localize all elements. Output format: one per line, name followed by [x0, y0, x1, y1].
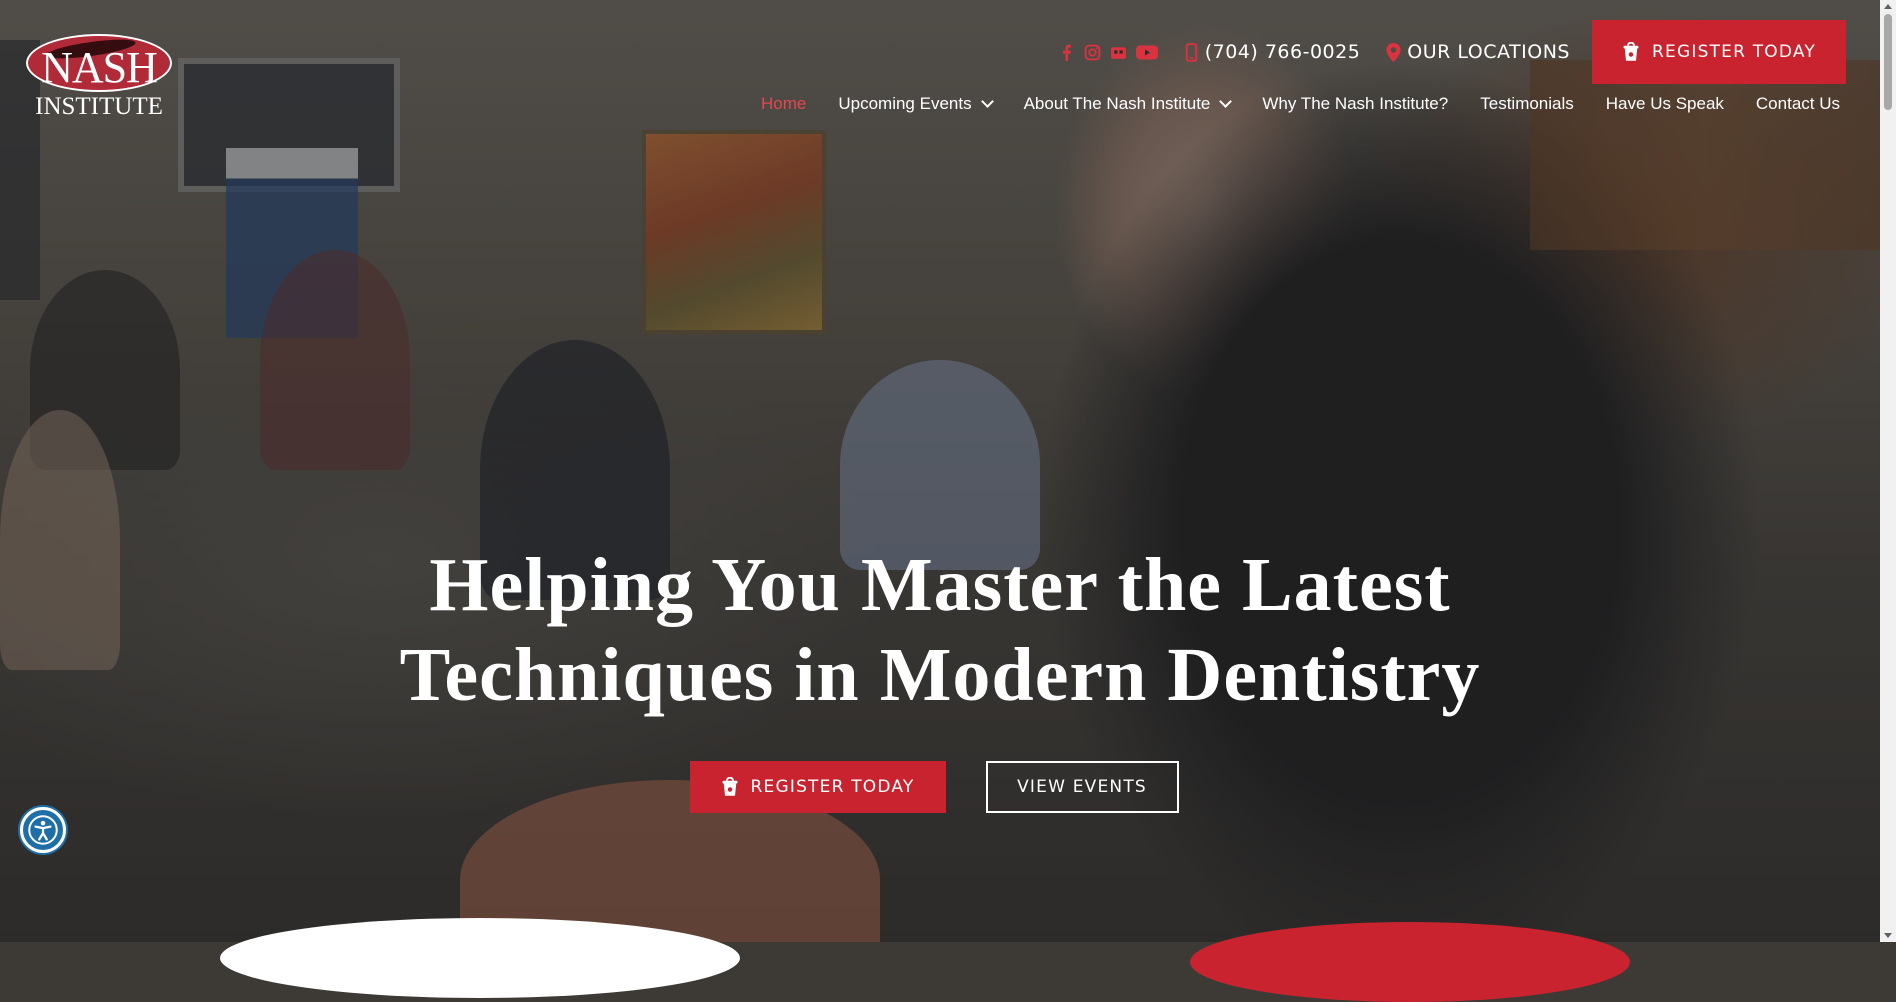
nav-label: About The Nash Institute — [1023, 94, 1211, 113]
view-events-button[interactable]: VIEW EVENTS — [985, 761, 1179, 813]
top-bar: (704) 766-0025 OUR LOCATIONS REGISTER TO… — [1058, 20, 1846, 84]
nav-label: Why The Nash Institute? — [1262, 94, 1449, 113]
hero-headline: Helping You Master the Latest Techniques… — [0, 540, 1880, 720]
logo-nash-text: NASH — [41, 43, 158, 92]
main-nav: Home Upcoming Events About The Nash Inst… — [729, 94, 1840, 114]
nav-item-have-us-speak[interactable]: Have Us Speak — [1606, 94, 1724, 114]
accessibility-button[interactable] — [20, 807, 66, 853]
accessibility-icon — [28, 815, 58, 845]
chevron-down-icon — [980, 95, 994, 108]
podcast-icon[interactable] — [1110, 44, 1127, 61]
phone-icon — [1185, 42, 1197, 62]
nav-label: Testimonials — [1480, 94, 1574, 113]
nav-label: Home — [760, 94, 807, 113]
nav-item-why[interactable]: Why The Nash Institute? — [1262, 94, 1448, 114]
chevron-down-icon — [1219, 95, 1233, 108]
hero-headline-line2: Techniques in Modern Dentistry — [399, 633, 1481, 717]
scroll-down-arrow-icon[interactable] — [1884, 933, 1892, 938]
social-links — [1058, 44, 1158, 61]
page-scrollbar[interactable] — [1880, 0, 1896, 942]
nav-item-contact-us[interactable]: Contact Us — [1756, 94, 1840, 114]
section-divider-red — [1190, 922, 1630, 1002]
hero-headline-line1: Helping You Master the Latest — [429, 543, 1451, 627]
instagram-icon[interactable] — [1084, 44, 1101, 61]
nav-label: Upcoming Events — [838, 94, 972, 113]
scrollbar-thumb[interactable] — [1884, 14, 1892, 110]
nav-item-home[interactable]: Home — [761, 94, 806, 114]
section-divider-white — [220, 918, 740, 998]
register-today-label: REGISTER TODAY — [750, 777, 915, 797]
facebook-icon[interactable] — [1058, 44, 1075, 61]
map-pin-icon — [1386, 42, 1401, 62]
register-today-label: REGISTER TODAY — [1652, 42, 1816, 62]
our-locations-label: OUR LOCATIONS — [1407, 41, 1570, 63]
nav-item-about[interactable]: About The Nash Institute — [1023, 94, 1233, 114]
register-today-hero-button[interactable]: REGISTER TODAY — [689, 761, 946, 813]
logo-institute-text: INSTITUTE — [35, 93, 163, 120]
hero-cta-group: REGISTER TODAY VIEW EVENTS — [0, 761, 1874, 813]
nav-label: Have Us Speak — [1605, 94, 1724, 113]
phone-number: (704) 766-0025 — [1204, 41, 1361, 63]
register-icon — [1623, 42, 1639, 61]
scroll-up-arrow-icon[interactable] — [1884, 4, 1892, 9]
register-icon — [722, 777, 738, 796]
nav-item-testimonials[interactable]: Testimonials — [1480, 94, 1574, 114]
register-today-header-button[interactable]: REGISTER TODAY — [1592, 20, 1846, 84]
phone-link[interactable]: (704) 766-0025 — [1184, 41, 1361, 63]
nav-label: Contact Us — [1755, 94, 1840, 113]
nash-institute-logo[interactable]: NASH INSTITUTE — [22, 32, 176, 120]
nav-item-upcoming-events[interactable]: Upcoming Events — [838, 94, 994, 114]
view-events-label: VIEW EVENTS — [1017, 777, 1147, 797]
our-locations-link[interactable]: OUR LOCATIONS — [1386, 41, 1570, 63]
youtube-icon[interactable] — [1135, 44, 1158, 61]
